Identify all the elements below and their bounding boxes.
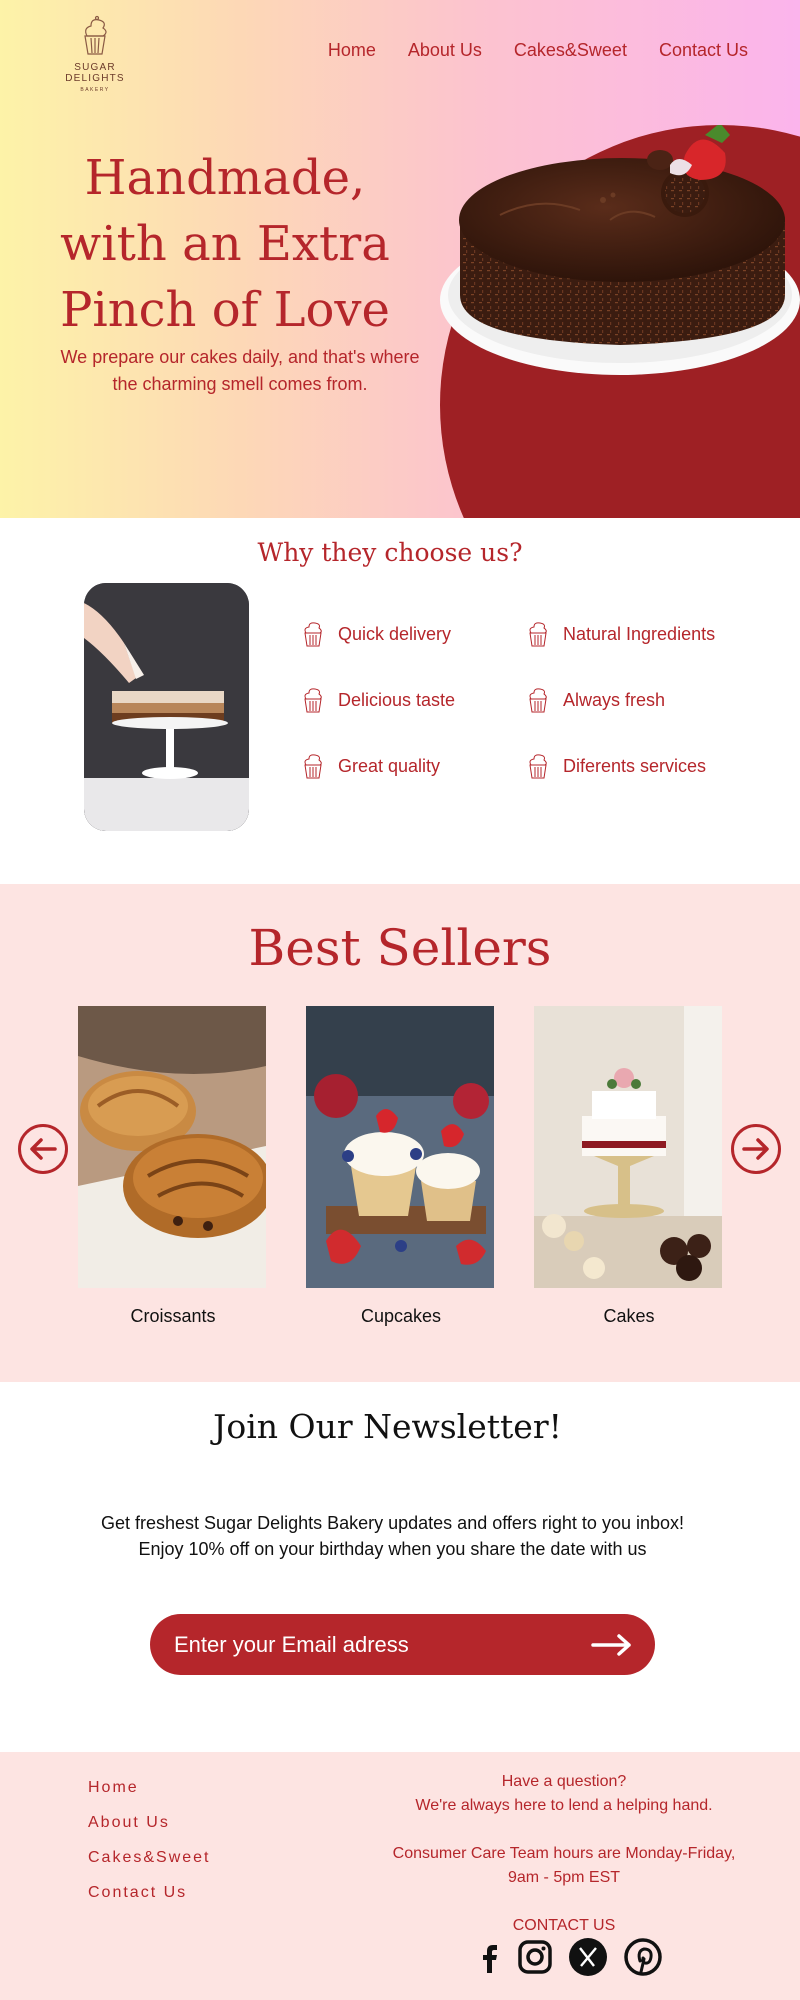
- features-list: Quick delivery Natural Ingredients Delic…: [300, 620, 760, 780]
- newsletter-form: [150, 1614, 655, 1675]
- arrow-left-icon: [30, 1138, 57, 1160]
- footer-nav: Home About Us Cakes&Sweet Contact Us: [88, 1779, 211, 1919]
- logo[interactable]: SUGAR DELIGHTS BAKERY: [45, 14, 145, 93]
- hero-title-line: with an Extra: [60, 216, 390, 272]
- feature-label: Diferents services: [563, 755, 707, 776]
- cupcake-icon: [529, 688, 547, 713]
- nav-contact-us[interactable]: Contact Us: [659, 40, 748, 61]
- croissant-image: [78, 1006, 266, 1288]
- brand-tagline: BAKERY: [80, 87, 110, 93]
- feature-label: Natural Ingredients: [563, 623, 716, 644]
- newsletter-text-line: Get freshest Sugar Delights Bakery updat…: [101, 1513, 684, 1533]
- x-link[interactable]: [568, 1937, 608, 1977]
- facebook-icon: [483, 1945, 497, 1973]
- feature-item: Quick delivery: [300, 620, 525, 648]
- feature-item: Natural Ingredients: [525, 620, 750, 648]
- footer-link-cakes-sweet[interactable]: Cakes&Sweet: [88, 1849, 211, 1884]
- carousel-next-button[interactable]: [731, 1124, 781, 1174]
- nav-cakes-sweet[interactable]: Cakes&Sweet: [514, 40, 627, 61]
- pinterest-icon: [624, 1938, 662, 1976]
- hero-title-line: Handmade,: [84, 150, 366, 206]
- feature-item: Delicious taste: [300, 686, 525, 714]
- feature-item: Diferents services: [525, 752, 750, 780]
- product-card-croissants[interactable]: Croissants: [78, 1006, 268, 1327]
- newsletter-text-line: Enjoy 10% off on your birthday when you …: [138, 1539, 647, 1559]
- best-sellers-section: Best Sellers Croissants Cupcakes Cakes: [0, 884, 800, 1382]
- best-sellers-title: Best Sellers: [248, 919, 552, 977]
- why-section: Why they choose us? Quick delivery Natur…: [0, 518, 800, 884]
- footer-hours: Consumer Care Team hours are Monday-Frid…: [392, 1845, 736, 1886]
- newsletter-submit-button[interactable]: [587, 1627, 637, 1663]
- feature-label: Always fresh: [563, 689, 666, 710]
- facebook-link[interactable]: [470, 1937, 510, 1977]
- product-name: Cakes: [603, 1306, 655, 1326]
- newsletter-section: Join Our Newsletter! Get freshest Sugar …: [0, 1382, 800, 1752]
- x-icon: [569, 1938, 607, 1976]
- chocolate-cake-image: [440, 125, 800, 375]
- cupcake-icon: [529, 754, 547, 779]
- product-name: Croissants: [130, 1306, 216, 1326]
- footer-link-home[interactable]: Home: [88, 1779, 211, 1814]
- newsletter-text: Get freshest Sugar Delights Bakery updat…: [0, 1510, 785, 1562]
- arrow-right-icon: [742, 1138, 769, 1160]
- pinterest-link[interactable]: [623, 1937, 663, 1977]
- arrow-right-icon: [591, 1634, 631, 1656]
- feature-label: Delicious taste: [338, 689, 456, 710]
- nav-home[interactable]: Home: [328, 40, 376, 61]
- nav-about-us[interactable]: About Us: [408, 40, 482, 61]
- footer-link-about-us[interactable]: About Us: [88, 1814, 211, 1849]
- social-links: [470, 1937, 670, 1981]
- hero-subtitle: We prepare our cakes daily, and that's w…: [60, 347, 420, 394]
- feature-item: Always fresh: [525, 686, 750, 714]
- main-nav: Home About Us Cakes&Sweet Contact Us: [328, 40, 748, 61]
- product-card-cakes[interactable]: Cakes: [534, 1006, 724, 1327]
- brand-name: SUGAR DELIGHTS: [65, 62, 125, 84]
- footer-question: Have a question?: [501, 1773, 627, 1790]
- instagram-link[interactable]: [515, 1937, 555, 1977]
- hero-section: SUGAR DELIGHTS BAKERY Home About Us Cake…: [0, 0, 800, 518]
- cake-decorating-image: [84, 583, 249, 831]
- hero-title-line: Pinch of Love: [60, 282, 390, 338]
- cupcake-icon: [529, 622, 547, 647]
- footer: Home About Us Cakes&Sweet Contact Us Hav…: [0, 1752, 800, 2000]
- footer-link-contact-us[interactable]: Contact Us: [88, 1884, 211, 1919]
- feature-item: Great quality: [300, 752, 525, 780]
- footer-contact-info: Have a question? We're always here to le…: [384, 1770, 744, 1938]
- cupcake-icon: [304, 754, 322, 779]
- feature-label: Great quality: [338, 755, 441, 776]
- cupcake-icon: [304, 622, 322, 647]
- cupcake-logo-icon: [84, 15, 107, 55]
- cakes-image: [534, 1006, 722, 1288]
- hero-title: Handmade, with an Extra Pinch of Love: [45, 145, 405, 343]
- why-title: Why they choose us?: [257, 538, 523, 567]
- feature-label: Quick delivery: [338, 623, 452, 644]
- product-card-cupcakes[interactable]: Cupcakes: [306, 1006, 496, 1327]
- cupcakes-image: [306, 1006, 494, 1288]
- email-input[interactable]: [174, 1614, 574, 1675]
- cupcake-icon: [304, 688, 322, 713]
- newsletter-title: Join Our Newsletter!: [213, 1407, 562, 1446]
- instagram-icon: [518, 1940, 552, 1974]
- product-name: Cupcakes: [360, 1306, 442, 1326]
- footer-contact-label[interactable]: CONTACT US: [384, 1914, 744, 1938]
- product-carousel: Croissants Cupcakes Cakes: [78, 1006, 723, 1336]
- footer-help-text: We're always here to lend a helping hand…: [415, 1797, 713, 1814]
- carousel-prev-button[interactable]: [18, 1124, 68, 1174]
